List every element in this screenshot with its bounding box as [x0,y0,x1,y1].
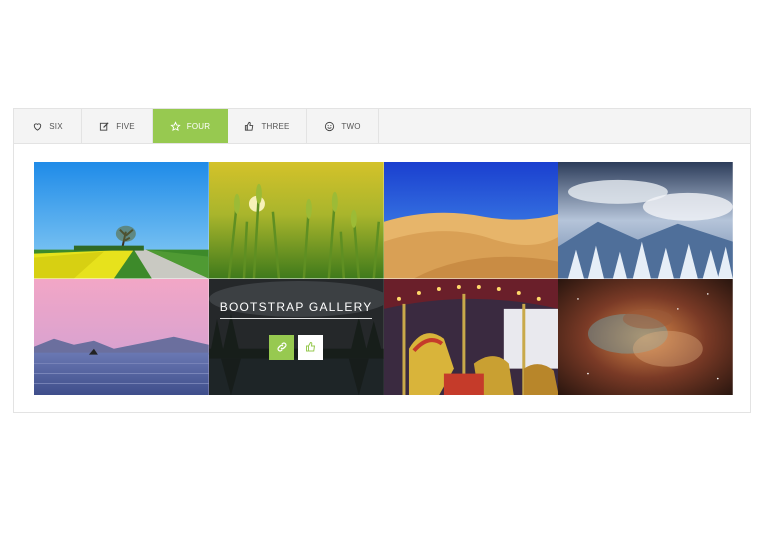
thumbs-up-icon [305,342,315,352]
thumbs-up-icon [244,121,255,132]
heart-icon [32,121,43,132]
link-button[interactable] [269,334,295,360]
edit-icon [99,121,110,132]
tab-three[interactable]: THREE [228,109,307,143]
tab-five[interactable]: FIVE [82,109,153,143]
link-icon [277,342,287,352]
gallery-image-carousel[interactable] [383,278,559,395]
image-grid: BOOTSTRAP GALLERY [34,162,733,395]
tab-label: THREE [261,121,290,131]
tab-bar: SIX FIVE FOUR THREE TWO [14,109,750,144]
tab-label: SIX [49,121,63,131]
gallery-panel: SIX FIVE FOUR THREE TWO BOOTSTRAP GALLER… [13,108,751,413]
smile-icon [324,121,335,132]
tab-label: TWO [341,121,361,131]
gallery-image-wheat[interactable] [208,162,384,279]
gallery-image-forest[interactable]: BOOTSTRAP GALLERY [208,278,384,395]
overlay-title: BOOTSTRAP GALLERY [219,300,373,319]
tab-six[interactable]: SIX [14,109,82,143]
gallery-image-road[interactable] [34,162,209,279]
gallery-image-lake[interactable] [34,278,209,395]
star-icon [170,120,181,132]
tab-four[interactable]: FOUR [153,109,228,143]
like-button[interactable] [298,334,324,360]
image-hover-overlay: BOOTSTRAP GALLERY [208,278,384,395]
tab-label: FIVE [116,121,135,131]
tab-label: FOUR [186,121,211,131]
gallery-image-desert[interactable] [383,162,559,279]
tab-two[interactable]: TWO [307,109,379,143]
gallery-image-nebula[interactable] [558,278,733,395]
gallery-image-snow[interactable] [558,162,733,279]
